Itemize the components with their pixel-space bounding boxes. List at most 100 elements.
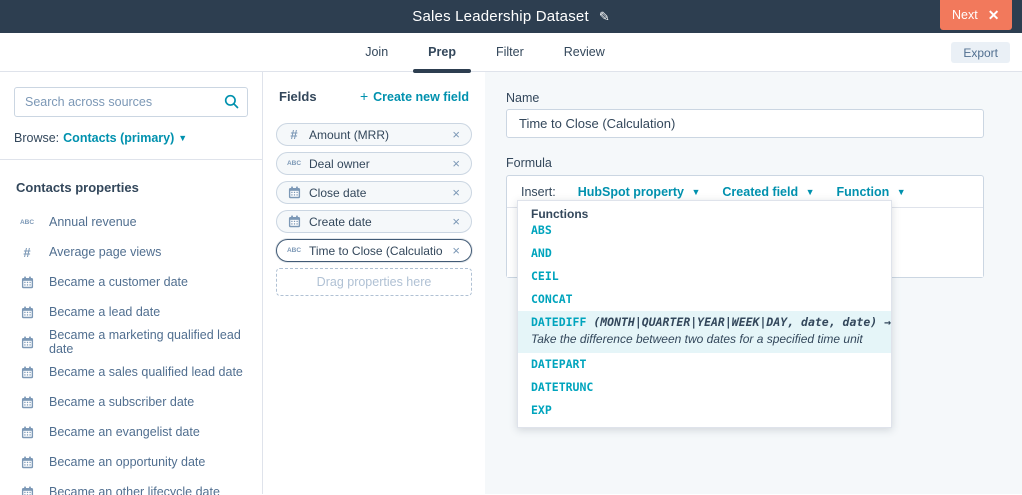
tabs: Join Prep Filter Review	[0, 33, 996, 71]
field-chip[interactable]: ABC Deal owner ×	[276, 152, 472, 175]
calendar-icon	[19, 366, 35, 379]
fields-list: #Amount (MRR)×ABCDeal owner×Close date×C…	[276, 123, 472, 262]
property-label: Became an opportunity date	[49, 455, 205, 469]
field-chip[interactable]: ABC Time to Close (Calculation) ×	[276, 239, 472, 262]
functions-list: ABSANDCEILCONCATDATEDIFF (MONTH|QUARTER|…	[518, 219, 891, 428]
property-label: Became an other lifecycle date	[49, 485, 220, 495]
fields-panel: Fields +Create new field #Amount (MRR)×A…	[263, 72, 485, 494]
page-title: Sales Leadership Dataset	[412, 8, 589, 25]
next-button-label: Next	[952, 8, 978, 22]
remove-field-icon[interactable]: ×	[451, 156, 461, 171]
text-icon: ABC	[287, 247, 301, 254]
functions-dropdown-header: Functions	[518, 201, 891, 219]
calendar-icon	[19, 486, 35, 495]
tab-join[interactable]: Join	[365, 33, 388, 71]
divider	[0, 159, 262, 160]
formula-label: Formula	[506, 156, 552, 170]
drag-properties-dropzone[interactable]: Drag properties here	[276, 268, 472, 296]
search-input[interactable]	[14, 87, 248, 117]
edit-pencil-icon[interactable]: ✎	[599, 9, 610, 25]
field-chip-label: Amount (MRR)	[309, 128, 443, 142]
property-item[interactable]: # Average page views	[14, 237, 248, 267]
function-option-datetrunc[interactable]: DATETRUNC	[518, 376, 891, 399]
property-label: Annual revenue	[49, 215, 137, 229]
property-item[interactable]: Became a customer date	[14, 267, 248, 297]
insert-created-field-dropdown[interactable]: Created field ▼	[722, 185, 814, 199]
plus-icon: +	[360, 88, 368, 104]
calendar-icon	[19, 396, 35, 409]
fields-title: Fields	[279, 89, 317, 104]
function-option-datepart[interactable]: DATEPART	[518, 353, 891, 376]
calendar-icon	[19, 306, 35, 319]
calendar-icon	[19, 456, 35, 469]
tab-prep[interactable]: Prep	[428, 33, 456, 71]
calendar-icon	[19, 426, 35, 439]
sources-sidebar: Browse: Contacts (primary)▼ Contacts prop…	[0, 72, 263, 494]
property-item[interactable]: ABC Annual revenue	[14, 207, 248, 237]
property-label: Became an evangelist date	[49, 425, 200, 439]
insert-function-dropdown[interactable]: Function ▼	[837, 185, 906, 199]
calendar-icon	[19, 276, 35, 289]
next-button[interactable]: Next ✕	[940, 0, 1012, 30]
export-button[interactable]: Export	[951, 42, 1010, 63]
property-label: Became a marketing qualified lead date	[49, 328, 248, 356]
function-option-ceil[interactable]: CEIL	[518, 265, 891, 288]
function-name: DATEDIFF	[531, 315, 593, 329]
tab-review[interactable]: Review	[564, 33, 605, 71]
property-item[interactable]: Became a subscriber date	[14, 387, 248, 417]
close-icon[interactable]: ✕	[988, 8, 1000, 22]
remove-field-icon[interactable]: ×	[451, 185, 461, 200]
function-option-exp[interactable]: EXP	[518, 399, 891, 422]
field-chip[interactable]: Create date×	[276, 210, 472, 233]
chevron-down-icon: ▼	[691, 187, 700, 197]
remove-field-icon[interactable]: ×	[451, 214, 461, 229]
chevron-down-icon: ▼	[897, 187, 906, 197]
search-icon	[224, 94, 239, 114]
top-bar: Sales Leadership Dataset ✎ Next ✕	[0, 0, 1022, 33]
text-icon: ABC	[287, 160, 301, 167]
field-chip-label: Time to Close (Calculation)	[309, 244, 443, 258]
browse-label: Browse:	[14, 131, 59, 145]
function-description: Take the difference between two dates fo…	[531, 331, 878, 348]
field-name-input[interactable]	[506, 109, 984, 138]
property-label: Average page views	[49, 245, 161, 259]
property-label: Became a sales qualified lead date	[49, 365, 243, 379]
property-label: Became a lead date	[49, 305, 160, 319]
remove-field-icon[interactable]: ×	[451, 127, 461, 142]
remove-field-icon[interactable]: ×	[451, 243, 461, 258]
insert-hubspot-property-dropdown[interactable]: HubSpot property ▼	[578, 185, 701, 199]
tab-filter[interactable]: Filter	[496, 33, 524, 71]
calendar-icon	[19, 336, 35, 349]
function-signature: (MONTH|QUARTER|YEAR|WEEK|DAY, date, date…	[593, 315, 892, 329]
name-label: Name	[506, 91, 539, 105]
field-chip[interactable]: Close date ×	[276, 181, 472, 204]
chevron-down-icon: ▼	[178, 133, 187, 143]
function-option-floor[interactable]: FLOOR	[518, 422, 891, 428]
property-item[interactable]: Became a sales qualified lead date	[14, 357, 248, 387]
insert-label: Insert:	[521, 185, 556, 199]
field-editor-panel: Name Formula Insert: HubSpot property ▼ …	[485, 72, 1022, 494]
function-option-concat[interactable]: CONCAT	[518, 288, 891, 311]
field-chip-label: Close date	[309, 186, 443, 200]
calendar-icon	[287, 215, 301, 228]
field-chip-label: Deal owner	[309, 157, 443, 171]
properties-list: ABC Annual revenue # Average page views Beca…	[14, 207, 248, 495]
number-icon: #	[19, 245, 35, 260]
text-icon: ABC	[19, 219, 35, 226]
create-new-field-button[interactable]: +Create new field	[360, 88, 469, 104]
property-item[interactable]: Became a lead date	[14, 297, 248, 327]
property-item[interactable]: Became a marketing qualified lead date	[14, 327, 248, 357]
number-icon: #	[287, 127, 301, 142]
property-item[interactable]: Became an evangelist date	[14, 417, 248, 447]
property-item[interactable]: Became an opportunity date	[14, 447, 248, 477]
functions-dropdown: Functions ABSANDCEILCONCATDATEDIFF (MONT…	[517, 200, 892, 428]
properties-section-title: Contacts properties	[16, 180, 248, 195]
field-chip[interactable]: # Amount (MRR) ×	[276, 123, 472, 146]
function-option-and[interactable]: AND	[518, 242, 891, 265]
property-item[interactable]: Became an other lifecycle date	[14, 477, 248, 495]
property-label: Became a subscriber date	[49, 395, 194, 409]
property-label: Became a customer date	[49, 275, 188, 289]
function-option-datediff[interactable]: DATEDIFF (MONTH|QUARTER|YEAR|WEEK|DAY, d…	[518, 311, 891, 353]
browse-source-dropdown[interactable]: Contacts (primary)▼	[63, 131, 187, 145]
chevron-down-icon: ▼	[806, 187, 815, 197]
